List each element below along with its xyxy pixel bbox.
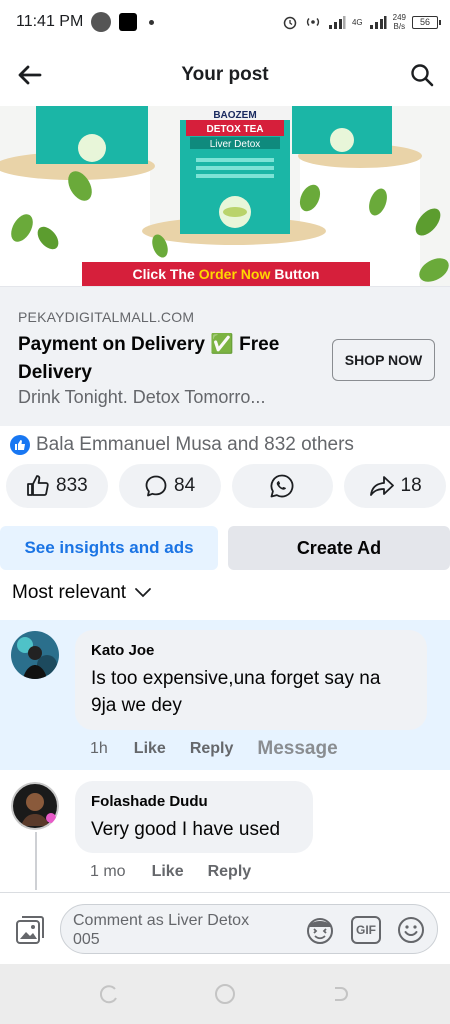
avatar-sticker-icon xyxy=(307,918,333,944)
reactions-summary[interactable]: Bala Emmanuel Musa and 832 others xyxy=(10,432,354,458)
thread-line xyxy=(35,832,37,890)
shop-now-button[interactable]: SHOP NOW xyxy=(332,339,435,381)
status-bar: 11:41 PM 4G 249 B/s 56 xyxy=(0,0,450,44)
hotspot-icon xyxy=(306,18,320,26)
back-nav-icon xyxy=(335,987,348,1001)
emoji-button[interactable] xyxy=(395,914,427,946)
comment-actions: 1 mo Like Reply xyxy=(90,863,275,881)
data-speed: 249 B/s xyxy=(393,13,406,31)
like-reaction-icon xyxy=(10,435,30,455)
comment-bubble[interactable]: Kato Joe Is too expensive,una forget say… xyxy=(75,630,427,730)
home-button[interactable] xyxy=(213,982,237,1006)
avatar-photo xyxy=(11,782,59,830)
top-app-bar: Your post xyxy=(0,44,450,106)
comment-reply-button[interactable]: Reply xyxy=(208,863,252,881)
ad-link-card[interactable]: PEKAYDIGITALMALL.COM Payment on Delivery… xyxy=(0,286,450,426)
search-button[interactable] xyxy=(406,60,438,90)
back-button[interactable] xyxy=(14,60,46,90)
speed-value: 249 xyxy=(392,13,406,22)
comment-bubble-icon xyxy=(145,475,167,497)
box-product: DETOX TEA xyxy=(206,124,263,135)
avatar[interactable] xyxy=(11,782,59,830)
comment-button[interactable]: 84 xyxy=(118,464,221,508)
alarm-icon xyxy=(283,16,297,30)
battery-icon: 56 xyxy=(412,15,441,29)
comment-count: 84 xyxy=(174,475,196,496)
ad-description: Drink Tonight. Detox Tomorro... xyxy=(18,387,266,407)
whatsapp-icon xyxy=(270,474,294,498)
back-nav-button[interactable] xyxy=(329,982,353,1006)
speed-unit: B/s xyxy=(393,22,406,31)
status-right: 4G 249 B/s 56 xyxy=(282,13,441,31)
avatar-photo xyxy=(11,631,59,679)
ad-domain: PEKAYDIGITALMALL.COM xyxy=(18,309,195,325)
thumbs-up-icon xyxy=(27,475,49,496)
gallery-button[interactable] xyxy=(12,913,48,947)
ad-image[interactable]: BAOZEM DETOX TEA Liver Detox Click The O… xyxy=(0,106,450,286)
comment-reply-button[interactable]: Reply xyxy=(190,740,234,758)
comment-author[interactable]: Kato Joe xyxy=(91,642,411,659)
order-now-banner: Click The Order Now Button xyxy=(82,262,370,286)
cta-text-after: Button xyxy=(274,266,320,282)
share-arrow-icon xyxy=(369,476,394,496)
chevron-down-icon xyxy=(135,588,151,598)
app-notification-icon xyxy=(119,13,138,31)
share-button[interactable]: 18 xyxy=(344,464,446,508)
comment-like-button[interactable]: Like xyxy=(152,863,184,881)
comment-actions: 1h Like Reply Message xyxy=(90,738,338,760)
comment-author[interactable]: Folashade Dudu xyxy=(91,793,297,810)
network-indicator: 4G xyxy=(352,18,363,27)
arrow-left-icon xyxy=(18,65,42,85)
smiley-icon xyxy=(398,917,424,943)
create-ad-button[interactable]: Create Ad xyxy=(228,526,450,570)
avatar-sticker-button[interactable] xyxy=(303,914,337,946)
home-circle-icon xyxy=(215,984,235,1004)
comment-composer: Comment as Liver Detox 005 GIF xyxy=(0,892,450,964)
comment-placeholder: Comment as Liver Detox 005 xyxy=(73,912,250,948)
signal-icon-2 xyxy=(369,16,387,29)
comment-bubble[interactable]: Folashade Dudu Very good I have used xyxy=(75,781,313,853)
network-gen: 4G xyxy=(351,17,363,27)
comment-time: 1h xyxy=(90,740,108,757)
comment-input[interactable]: Comment as Liver Detox 005 GIF xyxy=(60,904,438,954)
cta-highlight: Order Now xyxy=(198,266,271,282)
see-insights-button[interactable]: See insights and ads xyxy=(0,526,218,570)
signal-icon xyxy=(328,16,346,29)
share-count: 18 xyxy=(400,475,422,496)
whatsapp-share-button[interactable] xyxy=(231,464,334,508)
box-brand: BAOZEM xyxy=(213,110,256,121)
comment-sort-dropdown[interactable]: Most relevant xyxy=(12,582,152,604)
page-title: Your post xyxy=(181,64,269,85)
recent-apps-button[interactable] xyxy=(97,982,121,1006)
recents-icon xyxy=(99,985,117,1004)
product-photo: BAOZEM DETOX TEA Liver Detox xyxy=(0,106,450,286)
post-actions: 833 84 18 xyxy=(6,464,446,508)
comment-message-button[interactable]: Message xyxy=(257,738,337,760)
reactions-text: Bala Emmanuel Musa and 832 others xyxy=(36,434,354,455)
system-nav-bar xyxy=(0,964,450,1024)
link-app-icon xyxy=(91,12,112,32)
comment-text: Is too expensive,una forget say na 9ja w… xyxy=(91,668,381,716)
box-subtitle: Liver Detox xyxy=(210,139,261,150)
status-time: 11:41 PM xyxy=(16,13,84,30)
search-icon xyxy=(411,64,434,87)
like-button[interactable]: 833 xyxy=(6,464,108,508)
comment-text: Very good I have used xyxy=(91,819,281,840)
comment-like-button[interactable]: Like xyxy=(134,740,166,758)
gif-button[interactable]: GIF xyxy=(351,916,381,944)
sort-label: Most relevant xyxy=(12,582,127,603)
like-count: 833 xyxy=(56,475,88,496)
comment-time: 1 mo xyxy=(90,863,126,880)
photo-gallery-icon xyxy=(16,916,44,944)
cta-text-before: Click The xyxy=(132,266,195,282)
ad-headline: Payment on Delivery ✅ Free Delivery xyxy=(18,334,280,383)
avatar[interactable] xyxy=(11,631,59,679)
status-left: 11:41 PM xyxy=(16,12,155,32)
more-notifications-icon xyxy=(149,19,155,25)
